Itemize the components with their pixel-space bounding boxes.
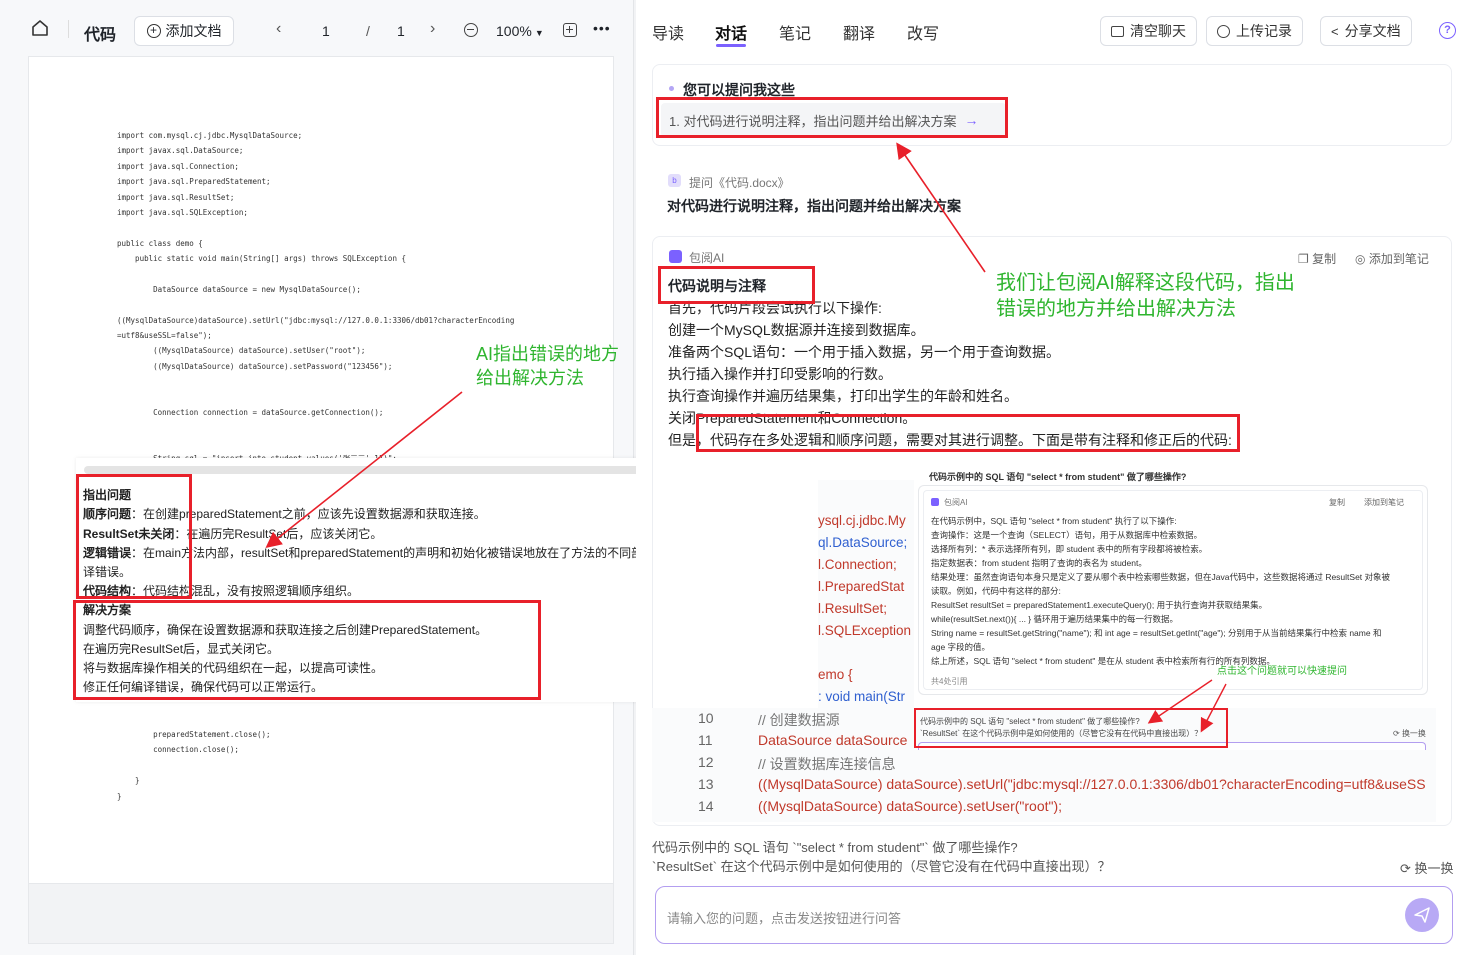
note-left-1: AI指出错误的地方: [476, 344, 620, 364]
note-popup: 点击这个问题就可以快速提问: [1217, 666, 1347, 677]
note-right-2: 错误的地方并给出解决方法: [996, 298, 1236, 320]
note-left-2: 给出解决方法: [476, 368, 584, 388]
note-right-1: 我们让包阅AI解释这段代码，指出: [996, 272, 1295, 294]
annotation-arrows: [265, 142, 1227, 733]
